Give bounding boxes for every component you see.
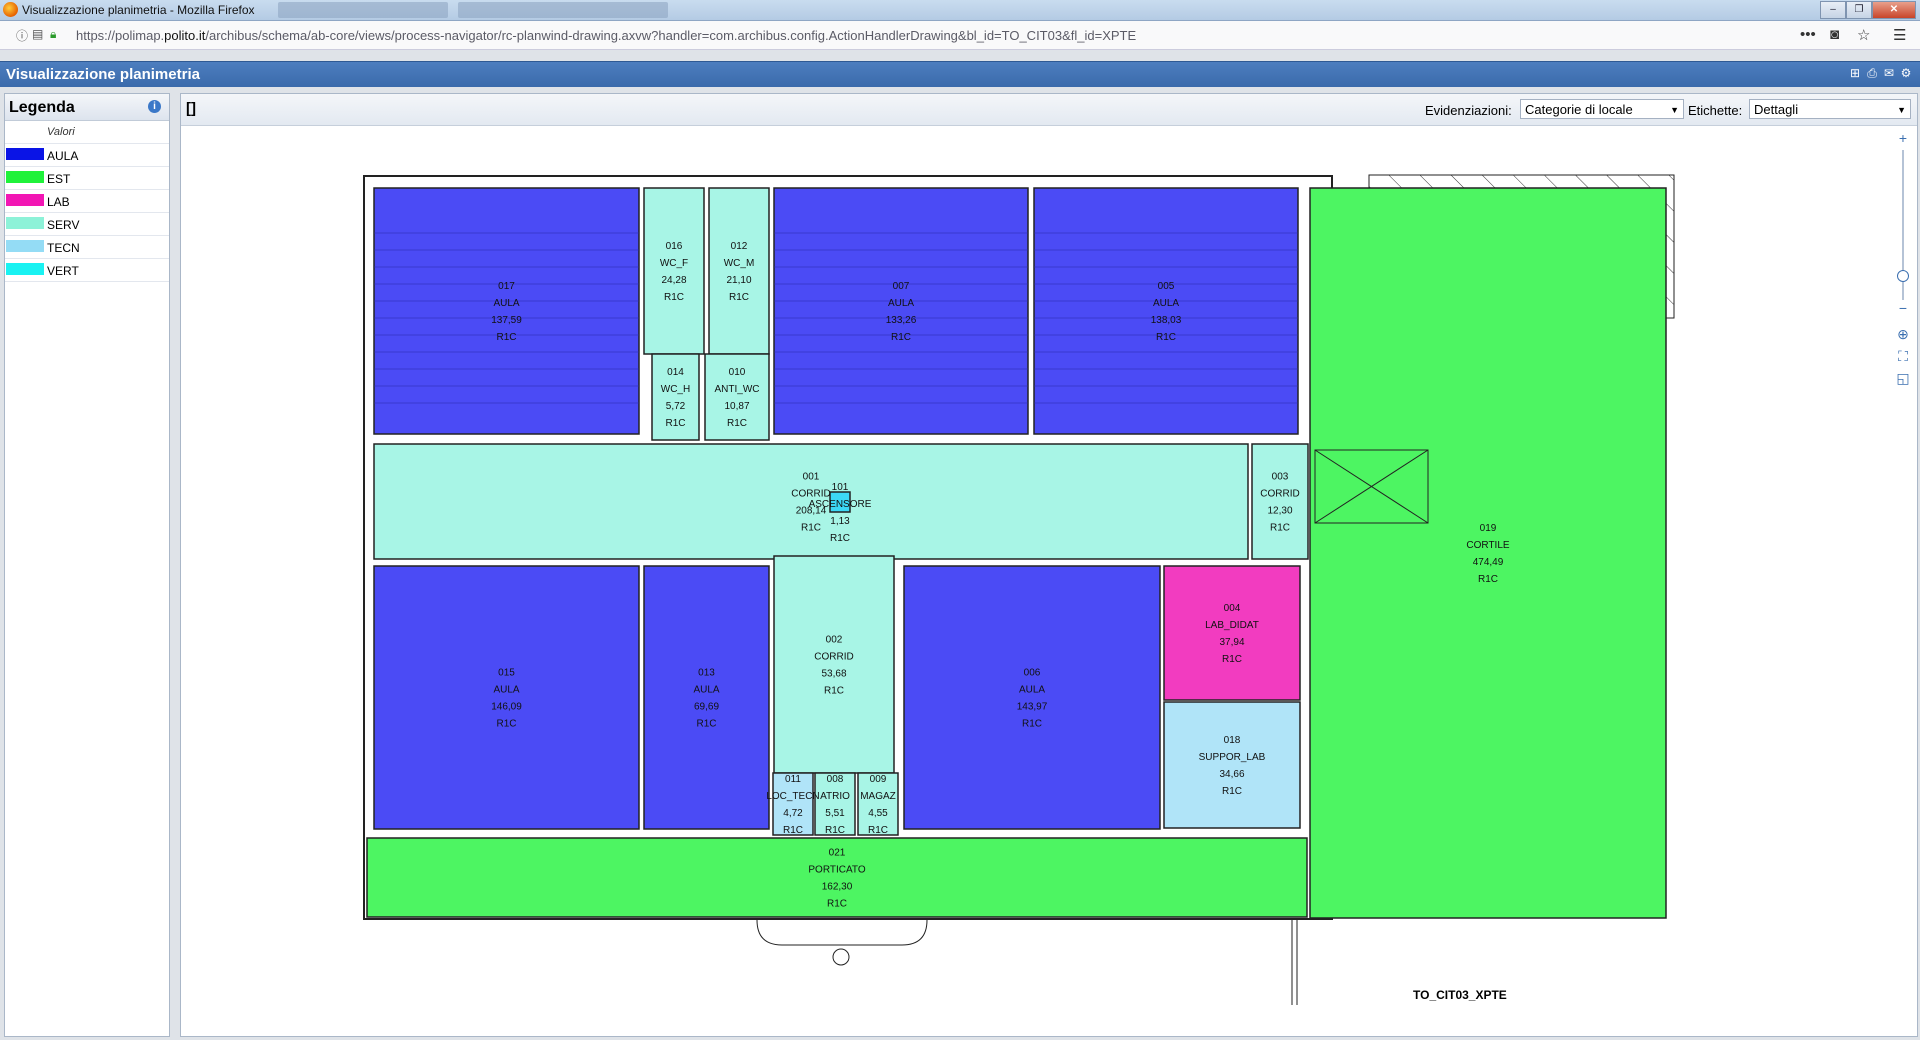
- panel-splitter[interactable]: [170, 93, 176, 1035]
- firefox-icon: [3, 2, 18, 17]
- zoom-slider-knob[interactable]: [1897, 270, 1909, 282]
- address-bar[interactable]: ⓘ ▤ 🔒︎ https://polimap.polito.it/archibu…: [0, 21, 1920, 50]
- zoom-control[interactable]: + − ⊕ ⛶ ◱: [1895, 130, 1911, 390]
- legend-swatch: [6, 148, 44, 160]
- legend-label: SERV: [47, 218, 80, 232]
- legend-title: Legenda: [9, 99, 75, 116]
- info-icon[interactable]: ⓘ: [16, 27, 28, 44]
- legend-item: AULA: [5, 144, 169, 167]
- legend-header: Legenda i: [5, 94, 169, 121]
- legend-label: TECN: [47, 241, 80, 255]
- bookmark-star-icon[interactable]: ☆: [1857, 26, 1870, 44]
- print-icon[interactable]: ⎙: [1865, 66, 1879, 80]
- lock-icon[interactable]: 🔒︎: [50, 27, 56, 42]
- chevron-down-icon: ▼: [1897, 105, 1906, 115]
- browser-title-bar: Visualizzazione planimetria - Mozilla Fi…: [0, 0, 1920, 21]
- url-host-prefix: https://polimap.: [76, 28, 165, 43]
- tools-icon[interactable]: ⚙: [1899, 66, 1913, 80]
- page-actions-icon[interactable]: •••: [1800, 26, 1816, 43]
- legend-list: AULA EST LAB SERV TECN VERT: [5, 144, 169, 282]
- locate-icon[interactable]: ⊕: [1895, 326, 1911, 343]
- legend-label: EST: [47, 172, 71, 186]
- url-path: /archibus/schema/ab-core/views/process-n…: [205, 28, 1137, 43]
- minimize-button[interactable]: –: [1820, 1, 1846, 19]
- legend-swatch: [6, 171, 44, 183]
- legend-swatch: [6, 263, 44, 275]
- drawing-panel: [] Evidenziazioni: Categorie di locale ▼…: [180, 93, 1918, 1037]
- legend-item: EST: [5, 167, 169, 190]
- legend-label: LAB: [47, 195, 70, 209]
- permissions-icon[interactable]: ▤: [32, 27, 43, 41]
- legend-label: AULA: [47, 149, 79, 163]
- select-window-icon[interactable]: ◱: [1895, 370, 1911, 387]
- legend-values-label: Valori: [47, 126, 75, 138]
- menu-icon[interactable]: ☰: [1893, 26, 1906, 44]
- add-icon[interactable]: ⊞: [1848, 66, 1862, 80]
- labels-label: Etichette:: [1688, 103, 1743, 118]
- legend-item: LAB: [5, 190, 169, 213]
- zoom-out-icon[interactable]: −: [1895, 300, 1911, 316]
- legend-column-header: Valori: [5, 121, 169, 144]
- highlight-select-value: Categorie di locale: [1525, 102, 1633, 117]
- highlight-label: Evidenziazioni:: [1425, 103, 1512, 118]
- mail-icon[interactable]: ✉: [1882, 66, 1896, 80]
- pocket-icon[interactable]: ◙: [1830, 26, 1839, 43]
- legend-swatch: [6, 240, 44, 252]
- zoom-extent-icon[interactable]: ⛶: [1895, 348, 1911, 365]
- background-tab[interactable]: [458, 2, 668, 18]
- url-text[interactable]: https://polimap.polito.it/archibus/schem…: [76, 28, 1136, 43]
- selection-indicator: []: [186, 100, 196, 117]
- zoom-in-icon[interactable]: +: [1895, 130, 1911, 146]
- info-icon[interactable]: i: [148, 100, 161, 113]
- background-tab[interactable]: [278, 2, 448, 18]
- legend-swatch: [6, 194, 44, 206]
- floor-code-label: TO_CIT03_XPTE: [1413, 988, 1507, 1002]
- url-host-domain: polito.it: [164, 28, 206, 43]
- legend-swatch: [6, 217, 44, 229]
- close-button[interactable]: ✕: [1872, 1, 1916, 19]
- drawing-toolbar: [] Evidenziazioni: Categorie di locale ▼…: [181, 94, 1917, 126]
- highlight-select[interactable]: Categorie di locale ▼: [1520, 99, 1684, 119]
- legend-item: SERV: [5, 213, 169, 236]
- maximize-button[interactable]: ❐: [1846, 1, 1872, 19]
- window-title: Visualizzazione planimetria - Mozilla Fi…: [22, 3, 255, 17]
- labels-select-value: Dettagli: [1754, 102, 1799, 117]
- page-title: Visualizzazione planimetria: [6, 66, 200, 83]
- app-header: Visualizzazione planimetria ⊞ ⎙ ✉ ⚙: [0, 61, 1920, 87]
- labels-select[interactable]: Dettagli ▼: [1749, 99, 1911, 119]
- chevron-down-icon: ▼: [1670, 105, 1679, 115]
- legend-label: VERT: [47, 264, 79, 278]
- legend-panel: Legenda i Valori AULA EST LAB SERV TECN VERT: [4, 93, 170, 1037]
- legend-item: VERT: [5, 259, 169, 282]
- legend-item: TECN: [5, 236, 169, 259]
